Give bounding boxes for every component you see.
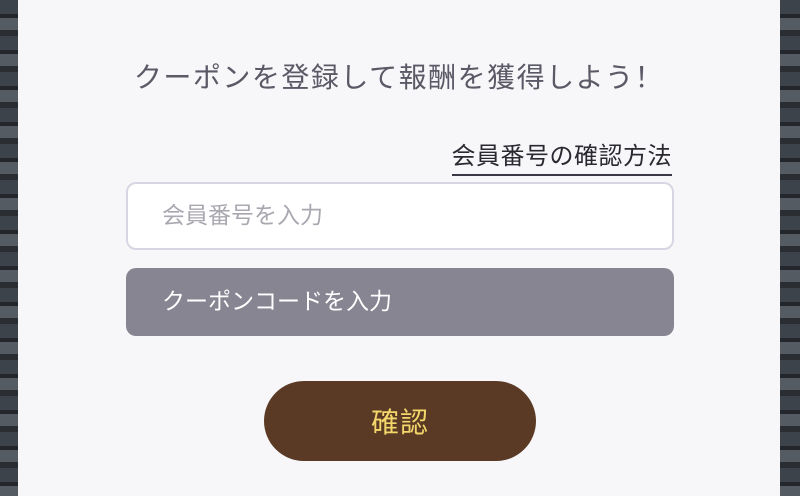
coupon-code-input[interactable]	[126, 268, 674, 336]
dialog-title: クーポンを登録して報酬を獲得しよう！	[133, 61, 665, 94]
coupon-dialog: クーポンを登録して報酬を獲得しよう！ 会員番号の確認方法 確認	[18, 0, 780, 496]
background-left-edge	[0, 0, 20, 496]
confirm-button[interactable]: 確認	[264, 381, 536, 461]
member-number-input[interactable]	[126, 182, 674, 250]
member-number-help-link[interactable]: 会員番号の確認方法	[451, 136, 672, 176]
background-right-edge	[778, 0, 800, 496]
